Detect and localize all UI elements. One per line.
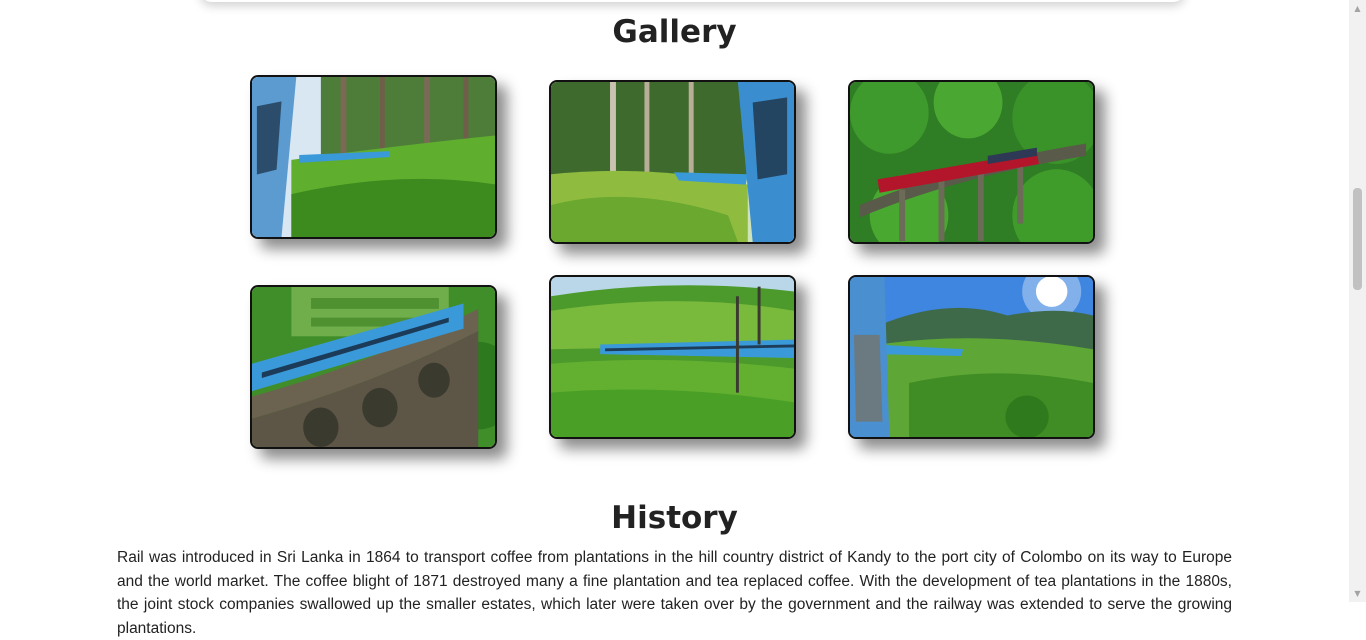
gallery-photo-3[interactable] bbox=[848, 80, 1095, 244]
scroll-up-arrow-icon[interactable]: ▲ bbox=[1349, 0, 1366, 17]
blue-train-tea-hills-photo bbox=[551, 277, 794, 437]
gallery-photo-4[interactable] bbox=[250, 285, 497, 449]
scrollbar-thumb[interactable] bbox=[1353, 188, 1362, 290]
gallery-heading: Gallery bbox=[612, 14, 737, 50]
scroll-down-arrow-icon[interactable]: ▼ bbox=[1349, 585, 1366, 602]
page-content: Gallery History Rail was introduced in S… bbox=[0, 0, 1349, 637]
history-paragraph: Rail was introduced in Sri Lanka in 1864… bbox=[117, 549, 1232, 637]
train-mountain-sunshine-photo bbox=[850, 277, 1093, 437]
history-heading: History bbox=[611, 500, 738, 536]
gallery-photo-6[interactable] bbox=[848, 275, 1095, 439]
gallery-photo-5[interactable] bbox=[549, 275, 796, 439]
gallery-photo-1[interactable] bbox=[250, 75, 497, 239]
gallery-photo-2[interactable] bbox=[549, 80, 796, 244]
red-train-nine-arch-bridge-photo bbox=[850, 82, 1093, 242]
blue-train-nine-arch-bridge-photo bbox=[252, 287, 495, 447]
train-tea-plantation-photo bbox=[252, 77, 495, 237]
vertical-scrollbar[interactable]: ▲ ▼ bbox=[1349, 0, 1366, 602]
train-forest-hillside-photo bbox=[551, 82, 794, 242]
